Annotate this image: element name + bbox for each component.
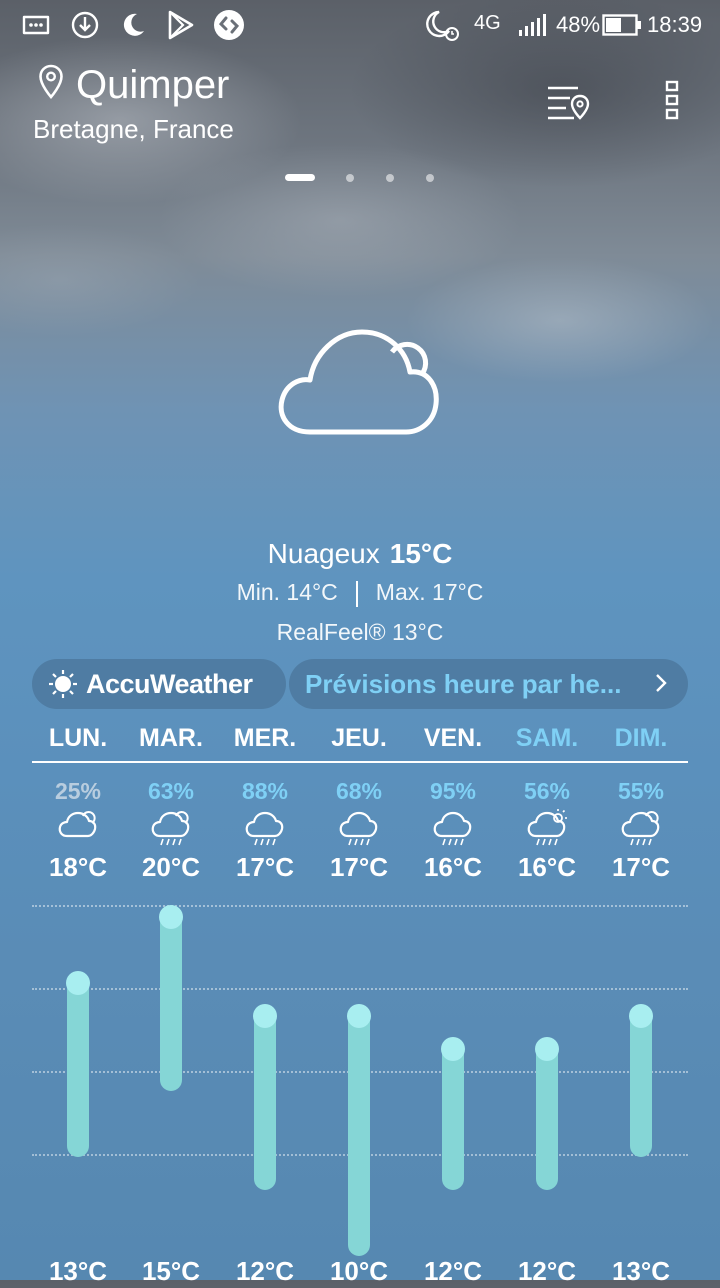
forecast-day[interactable]: MAR. 63% 20°C <box>124 718 218 884</box>
rain-icon <box>312 808 406 850</box>
temperature-range-bar <box>629 1004 653 1157</box>
clock: 18:39 <box>647 12 703 37</box>
day-name: DIM. <box>614 724 668 752</box>
region-name: Bretagne, France <box>33 114 234 144</box>
page-dot[interactable] <box>386 174 394 182</box>
precipitation-chance: 68% <box>335 778 383 804</box>
city-name[interactable]: Quimper <box>76 60 229 110</box>
precipitation-chance: 63% <box>147 778 195 804</box>
location-pin-icon <box>38 64 64 105</box>
moon-icon <box>118 8 148 42</box>
accuweather-button[interactable]: AccuWeather <box>32 659 286 709</box>
more-vertical-icon <box>665 80 679 120</box>
cloud-icon <box>270 318 450 453</box>
chart-gridline <box>32 988 688 990</box>
forecast-day[interactable]: JEU. 68% 17°C <box>312 718 406 884</box>
min-max: Min. 14°C Max. 17°C <box>0 576 720 608</box>
temperature-range-bar <box>441 1037 465 1190</box>
forecast-day[interactable]: VEN. 95% 16°C <box>406 718 500 884</box>
temperature-range-bar <box>159 905 183 1091</box>
low-temperature: 13°C <box>48 1256 108 1286</box>
chevron-right-icon <box>656 674 667 692</box>
temperature-range-bar <box>253 1004 277 1190</box>
day-name: MER. <box>233 724 297 752</box>
hourly-forecast-button[interactable]: Prévisions heure par he... <box>289 659 688 709</box>
manage-locations-button[interactable] <box>540 78 596 126</box>
forecast-day[interactable]: DIM. 55% 17°C <box>594 718 688 884</box>
day-name: VEN. <box>423 724 483 752</box>
low-temperature: 12°C <box>235 1256 295 1286</box>
status-bar: 4G 48% 18:39 <box>0 0 720 50</box>
battery-icon <box>602 8 642 42</box>
high-temperature: 16°C <box>423 852 483 882</box>
precipitation-chance: 55% <box>617 778 665 804</box>
high-temperature: 17°C <box>235 852 295 882</box>
min-max-separator <box>355 580 358 607</box>
low-temperature: 10°C <box>329 1256 389 1286</box>
battery-percent: 48% <box>556 12 601 37</box>
rain-icon <box>218 808 312 850</box>
high-temperature: 18°C <box>48 852 108 882</box>
high-temperature: 17°C <box>611 852 671 882</box>
location-list-icon <box>548 86 590 120</box>
play-store-icon <box>164 8 198 42</box>
bar-high-cap <box>441 1037 465 1061</box>
bar-high-cap <box>253 1004 277 1028</box>
network-type: 4G <box>474 12 501 34</box>
sun-rain-icon <box>500 808 594 850</box>
sun-icon <box>49 670 77 698</box>
condition-text: Nuageux <box>267 538 380 569</box>
chart-gridline <box>32 905 688 907</box>
signal-icon <box>516 8 548 42</box>
hourly-forecast-label: Prévisions heure par he... <box>305 668 622 699</box>
accuweather-label: AccuWeather <box>86 668 253 699</box>
temperature-range-bar <box>66 971 90 1157</box>
low-temperature: 12°C <box>517 1256 577 1286</box>
current-temperature: 15°C <box>389 538 453 569</box>
day-name: LUN. <box>48 724 108 752</box>
precipitation-chance: 95% <box>429 778 477 804</box>
page-indicator[interactable] <box>0 170 720 184</box>
min-temperature: Min. 14°C <box>236 579 338 605</box>
temperature-range-bar <box>535 1037 559 1190</box>
precipitation-chance: 88% <box>241 778 289 804</box>
shazam-icon <box>212 8 246 42</box>
low-temperature: 15°C <box>141 1256 201 1286</box>
forecast-day[interactable]: LUN. 25% 18°C <box>31 718 125 884</box>
day-name: SAM. <box>515 724 579 752</box>
cloudy-icon <box>31 808 125 850</box>
bar-high-cap <box>159 905 183 929</box>
page-dot[interactable] <box>346 174 354 182</box>
page-dot[interactable] <box>426 174 434 182</box>
day-name: JEU. <box>331 724 387 752</box>
realfeel: RealFeel® 13°C <box>276 619 444 645</box>
bar-high-cap <box>535 1037 559 1061</box>
low-temperature: 12°C <box>423 1256 483 1286</box>
rain-cloud-icon <box>124 808 218 850</box>
low-temperature: 13°C <box>611 1256 671 1286</box>
temperature-range-bar <box>347 1004 371 1256</box>
download-icon <box>68 8 102 42</box>
bar-high-cap <box>629 1004 653 1028</box>
precipitation-chance: 56% <box>523 778 571 804</box>
bar-high-cap <box>66 971 90 995</box>
rain-cloud-icon <box>594 808 688 850</box>
forecast-day[interactable]: MER. 88% 17°C <box>218 718 312 884</box>
day-name: MAR. <box>139 724 203 752</box>
message-icon <box>20 8 52 42</box>
high-temperature: 16°C <box>517 852 577 882</box>
high-temperature: 20°C <box>141 852 201 882</box>
current-condition: Nuageux 15°C <box>0 534 720 574</box>
alarm-moon-icon <box>422 8 462 42</box>
more-options-button[interactable] <box>650 76 694 124</box>
page-dot-active[interactable] <box>285 174 315 181</box>
rain-icon <box>406 808 500 850</box>
bar-high-cap <box>347 1004 371 1028</box>
precipitation-chance: 25% <box>54 778 102 804</box>
max-temperature: Max. 17°C <box>375 579 484 605</box>
forecast-day[interactable]: SAM. 56% 16°C <box>500 718 594 884</box>
high-temperature: 17°C <box>329 852 389 882</box>
